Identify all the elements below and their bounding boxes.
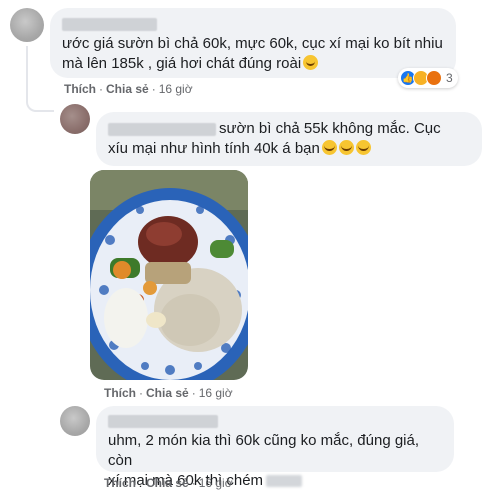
angry-icon bbox=[426, 70, 442, 86]
thread-connector bbox=[26, 98, 54, 112]
comment-text-line2: xíu mại như hình tính 40k á bạn bbox=[108, 139, 470, 159]
share-button[interactable]: Chia sẻ bbox=[106, 82, 149, 96]
like-button[interactable]: Thích bbox=[104, 476, 136, 490]
censored-word bbox=[266, 475, 303, 488]
comment-actions: Thích · Chia sẻ · 16 giờ bbox=[64, 82, 193, 96]
laughing-emoji-icon bbox=[355, 140, 371, 155]
comment-photo[interactable] bbox=[90, 170, 248, 380]
commenter-name[interactable] bbox=[108, 415, 218, 429]
comment-bubble: sườn bì chả 55k không mắc. Cục xíu mại n… bbox=[96, 112, 482, 166]
like-button[interactable]: Thích bbox=[64, 82, 96, 96]
comment-text: ước giá sườn bì chả 60k, mực 60k, cục xí… bbox=[62, 35, 443, 72]
share-button[interactable]: Chia sẻ bbox=[146, 476, 189, 490]
commenter-name[interactable] bbox=[108, 122, 216, 136]
smile-emoji-icon bbox=[303, 55, 319, 70]
comment-bubble: ước giá sườn bì chả 60k, mực 60k, cục xí… bbox=[50, 8, 456, 78]
thread-line bbox=[26, 46, 28, 100]
reaction-summary[interactable]: 👍 3 bbox=[398, 68, 458, 88]
comment-actions: Thích · Chia sẻ · 16 giờ bbox=[104, 476, 233, 490]
timestamp[interactable]: 16 giờ bbox=[159, 82, 193, 96]
avatar[interactable] bbox=[10, 8, 44, 42]
timestamp[interactable]: 16 giờ bbox=[199, 386, 233, 400]
share-button[interactable]: Chia sẻ bbox=[146, 386, 189, 400]
reaction-count: 3 bbox=[446, 71, 453, 85]
commenter-name[interactable] bbox=[62, 18, 157, 32]
like-button[interactable]: Thích bbox=[104, 386, 136, 400]
laughing-emoji-icon bbox=[321, 140, 337, 155]
comment-bubble: uhm, 2 món kia thì 60k cũng ko mắc, đúng… bbox=[96, 406, 454, 489]
food-plate-image bbox=[90, 170, 248, 380]
avatar[interactable] bbox=[60, 104, 90, 134]
comment-text: sườn bì chả 55k không mắc. Cục bbox=[108, 119, 470, 139]
timestamp[interactable]: 16 giờ bbox=[199, 476, 233, 490]
comment-actions: Thích · Chia sẻ · 16 giờ bbox=[104, 386, 233, 400]
avatar[interactable] bbox=[60, 406, 90, 436]
laughing-emoji-icon bbox=[338, 140, 354, 155]
comment-text: uhm, 2 món kia thì 60k cũng ko mắc, đúng… bbox=[108, 432, 420, 469]
